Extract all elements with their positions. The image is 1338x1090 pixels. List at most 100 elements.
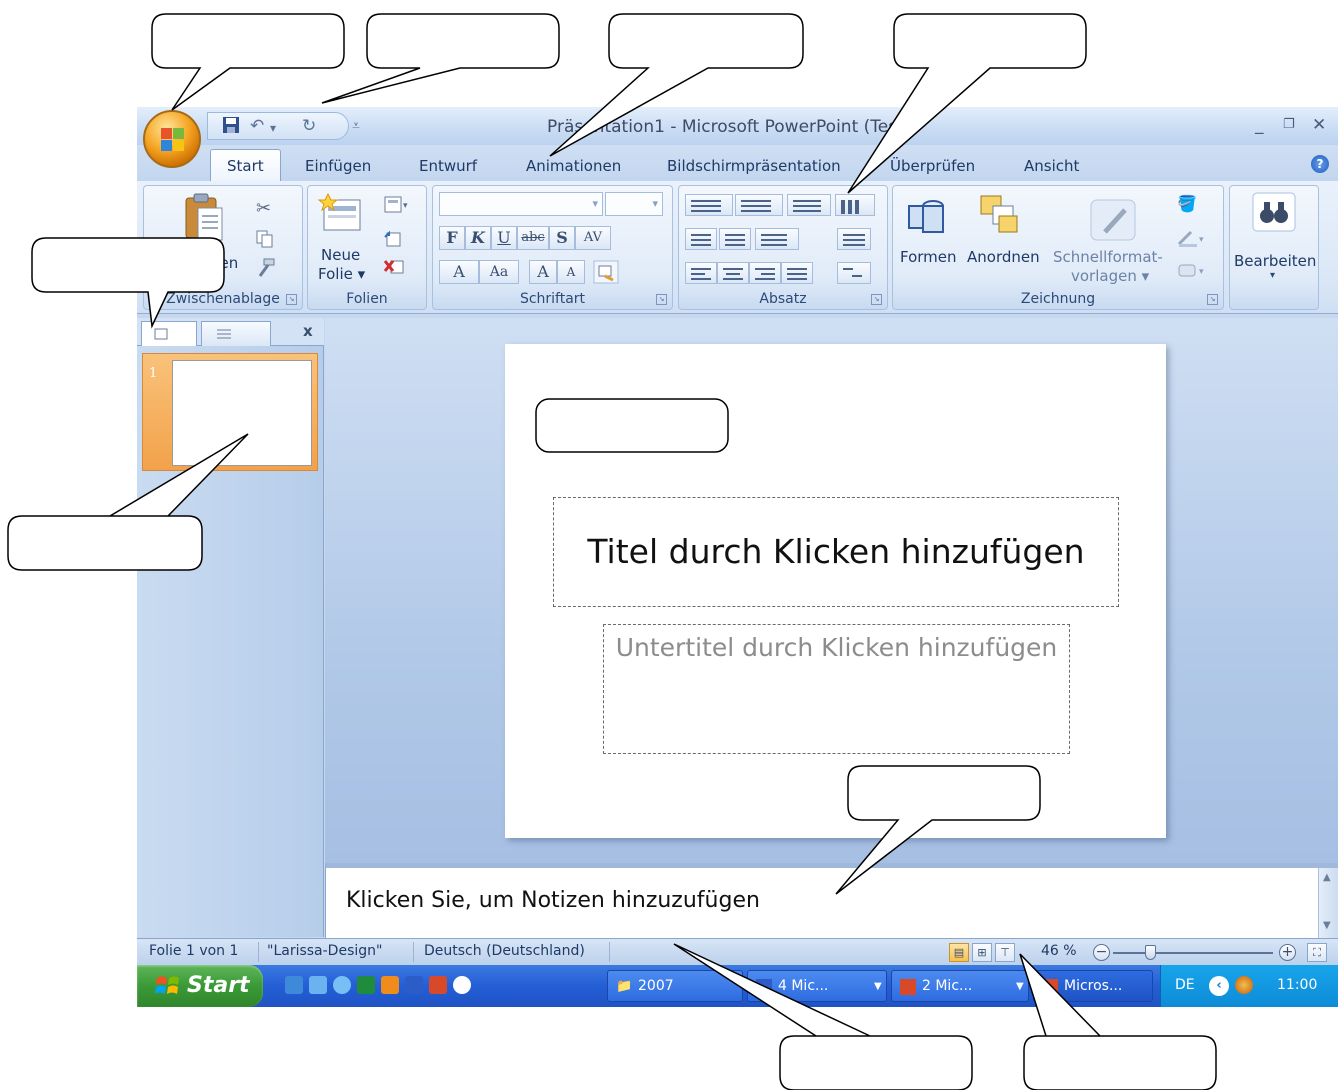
tray-app-icon[interactable] (1235, 976, 1253, 994)
clear-formatting-icon[interactable] (593, 260, 619, 288)
quick-styles-label-1[interactable]: Schnellformat- (1053, 248, 1163, 266)
outlook-icon[interactable] (381, 976, 399, 994)
tab-bildschirmpraesentation[interactable]: Bildschirmpräsentation (667, 157, 841, 175)
zoom-slider-track[interactable] (1113, 952, 1273, 954)
tab-ueberpruefen[interactable]: Überprüfen (890, 157, 975, 175)
font-name-combo[interactable]: ▾ (439, 192, 603, 216)
paragraph-launcher-icon[interactable]: ↘ (871, 294, 882, 305)
paste-label[interactable]: Einfügen (172, 254, 238, 272)
find-icon[interactable] (1252, 192, 1296, 236)
task-microsoft-active[interactable]: Micros... (1033, 970, 1153, 1002)
redo-icon[interactable]: ↻ (302, 116, 316, 136)
align-right-icon[interactable] (749, 262, 781, 284)
notes-scrollbar[interactable]: ▲ ▼ (1318, 868, 1338, 938)
shape-effects-icon[interactable]: ▾ (1177, 262, 1207, 284)
shadow-button[interactable]: S (549, 226, 575, 250)
desktop-icon[interactable] (285, 976, 303, 994)
tab-start[interactable]: Start (210, 149, 281, 182)
zoom-in-icon[interactable]: + (1279, 944, 1296, 961)
reset-slide-icon[interactable] (384, 230, 402, 252)
normal-view-icon[interactable]: ▤ (949, 943, 969, 962)
tab-animationen[interactable]: Animationen (526, 157, 621, 175)
shapes-label[interactable]: Formen (900, 248, 957, 266)
browser-icon[interactable] (309, 976, 327, 994)
zoom-slider-thumb[interactable] (1145, 945, 1156, 960)
slideshow-icon[interactable]: ⊤ (995, 943, 1015, 962)
paste-icon[interactable] (182, 192, 226, 248)
word-icon[interactable] (405, 976, 423, 994)
quick-styles-label-2[interactable]: vorlagen ▾ (1071, 267, 1149, 285)
new-slide-icon[interactable] (317, 192, 364, 240)
cut-icon[interactable]: ✂ (256, 198, 271, 219)
slide-thumbnail[interactable] (172, 360, 312, 466)
restore-icon[interactable]: ❐ (1283, 117, 1295, 132)
columns-icon[interactable] (755, 228, 799, 250)
arrange-label[interactable]: Anordnen (967, 248, 1040, 266)
italic-button[interactable]: K (465, 226, 491, 250)
title-placeholder[interactable]: Titel durch Klicken hinzufügen (553, 497, 1119, 607)
slide-canvas[interactable]: Titel durch Klicken hinzufügen Untertite… (505, 344, 1166, 838)
slide-thumbnail-selected[interactable]: 1 (142, 353, 318, 471)
input-language[interactable]: DE (1175, 977, 1195, 993)
slide-sorter-icon[interactable]: ⊞ (972, 943, 992, 962)
editing-dropdown-icon[interactable]: ▾ (1270, 270, 1275, 281)
numbering-icon[interactable] (735, 194, 783, 216)
tab-outline-view[interactable] (201, 321, 271, 346)
subtitle-placeholder[interactable]: Untertitel durch Klicken hinzufügen (603, 624, 1070, 754)
close-panel-icon[interactable]: x (303, 322, 313, 340)
scroll-up-icon[interactable]: ▲ (1323, 872, 1331, 883)
notes-pane[interactable]: Klicken Sie, um Notizen hinzuzufügen ▲ ▼ (325, 863, 1338, 938)
tab-slides-view[interactable] (141, 321, 197, 346)
strikethrough-button[interactable]: abc (517, 226, 549, 250)
close-icon[interactable]: ✕ (1312, 115, 1326, 135)
theme-name[interactable]: "Larissa-Design" (267, 943, 382, 959)
justify-icon[interactable] (781, 262, 813, 284)
task-word-group[interactable]: 4 Mic... ▼ (747, 970, 887, 1002)
text-direction-icon[interactable] (835, 194, 875, 216)
font-color-button[interactable]: A (439, 260, 479, 284)
line-spacing-icon[interactable] (787, 194, 831, 216)
shrink-font-button[interactable]: A (557, 260, 585, 284)
tab-entwurf[interactable]: Entwurf (419, 157, 477, 175)
zoom-out-icon[interactable]: − (1093, 944, 1110, 961)
media-player-icon[interactable] (453, 976, 471, 994)
smartart-icon[interactable] (837, 262, 871, 284)
zoom-level[interactable]: 46 % (1041, 943, 1077, 959)
font-size-combo[interactable]: ▾ (605, 192, 663, 216)
quick-styles-icon[interactable] (1089, 198, 1137, 246)
tab-ansicht[interactable]: Ansicht (1024, 157, 1079, 175)
shape-outline-icon[interactable]: ▾ (1177, 230, 1207, 252)
office-button[interactable] (143, 110, 201, 168)
change-case-button[interactable]: Aa (479, 260, 519, 284)
shapes-icon[interactable] (907, 196, 947, 240)
arrange-icon[interactable] (979, 194, 1021, 240)
layout-icon[interactable]: ▾ (384, 196, 410, 218)
clipboard-launcher-icon[interactable]: ↘ (286, 294, 297, 305)
undo-dropdown-icon[interactable]: ▾ (270, 121, 276, 135)
character-spacing-button[interactable]: AV (575, 226, 611, 250)
save-icon[interactable] (222, 116, 240, 139)
align-left-icon[interactable] (685, 262, 717, 284)
decrease-indent-icon[interactable] (685, 228, 717, 250)
minimize-icon[interactable]: _ (1255, 115, 1264, 135)
internet-explorer-icon[interactable] (333, 976, 351, 994)
increase-indent-icon[interactable] (719, 228, 751, 250)
undo-icon[interactable]: ↶ (250, 116, 264, 136)
align-center-icon[interactable] (717, 262, 749, 284)
editing-label[interactable]: Bearbeiten (1234, 252, 1316, 270)
align-text-icon[interactable] (837, 228, 871, 250)
shape-fill-icon[interactable]: 🪣 (1177, 194, 1197, 213)
excel-icon[interactable] (357, 976, 375, 994)
fit-to-window-icon[interactable]: ⛶ (1307, 943, 1327, 962)
grow-font-button[interactable]: A (529, 260, 557, 284)
show-hidden-icons-icon[interactable]: ‹ (1209, 976, 1229, 996)
help-icon[interactable]: ? (1311, 155, 1329, 173)
new-slide-label-2[interactable]: Folie ▾ (318, 265, 365, 283)
start-button[interactable]: Start (137, 965, 263, 1007)
drawing-launcher-icon[interactable]: ↘ (1207, 294, 1218, 305)
delete-slide-icon[interactable] (383, 258, 404, 280)
language-indicator[interactable]: Deutsch (Deutschland) (424, 943, 585, 959)
powerpoint-icon[interactable] (429, 976, 447, 994)
bullets-icon[interactable] (685, 194, 733, 216)
underline-button[interactable]: U (491, 226, 517, 250)
